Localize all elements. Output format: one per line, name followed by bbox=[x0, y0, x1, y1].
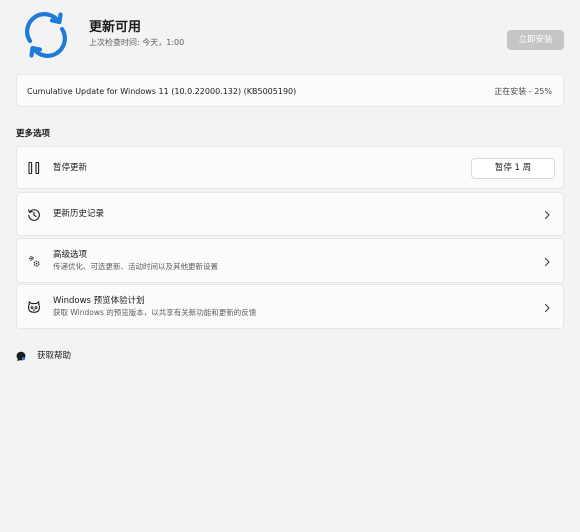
chevron-right-icon bbox=[544, 210, 550, 220]
gears-icon bbox=[29, 256, 40, 267]
update-name: Cumulative Update for Windows 11 (10.0.2… bbox=[27, 87, 297, 96]
pause-one-week-button[interactable]: 暂停 1 周 bbox=[471, 158, 555, 179]
install-now-button[interactable]: 立即安装 bbox=[507, 30, 564, 50]
sync-icon bbox=[25, 12, 67, 58]
advanced-options-label: 高级选项 bbox=[53, 250, 88, 260]
update-history-label: 更新历史记录 bbox=[53, 209, 105, 219]
insider-program-description: 获取 Windows 的预览版本，以共享有关新功能和更新的反馈 bbox=[53, 308, 257, 317]
update-history-row[interactable]: 更新历史记录 bbox=[16, 192, 564, 236]
pause-icon bbox=[28, 161, 40, 175]
more-options-heading: 更多选项 bbox=[16, 129, 51, 139]
page-title: 更新可用 bbox=[89, 20, 142, 35]
update-header: 更新可用 上次检查时间: 今天，1:00 立即安装 bbox=[0, 0, 580, 70]
history-icon bbox=[28, 209, 40, 221]
advanced-options-description: 传递优化、可选更新、活动时间以及其他更新设置 bbox=[53, 262, 218, 271]
insider-cat-icon bbox=[27, 301, 41, 313]
chevron-right-icon bbox=[544, 257, 550, 267]
last-checked-text: 上次检查时间: 今天，1:00 bbox=[89, 38, 185, 47]
get-help-label: 获取帮助 bbox=[37, 351, 72, 361]
insider-program-label: Windows 预览体验计划 bbox=[53, 296, 145, 306]
chevron-right-icon bbox=[544, 303, 550, 313]
pause-updates-row: 暂停更新 暂停 1 周 bbox=[16, 146, 564, 189]
insider-program-row[interactable]: Windows 预览体验计划 获取 Windows 的预览版本，以共享有关新功能… bbox=[16, 284, 564, 329]
pause-updates-label: 暂停更新 bbox=[53, 163, 88, 173]
update-item: Cumulative Update for Windows 11 (10.0.2… bbox=[16, 74, 564, 107]
update-status: 正在安装 - 25% bbox=[494, 87, 552, 96]
advanced-options-row[interactable]: 高级选项 传递优化、可选更新、活动时间以及其他更新设置 bbox=[16, 238, 564, 283]
help-icon bbox=[16, 351, 26, 362]
